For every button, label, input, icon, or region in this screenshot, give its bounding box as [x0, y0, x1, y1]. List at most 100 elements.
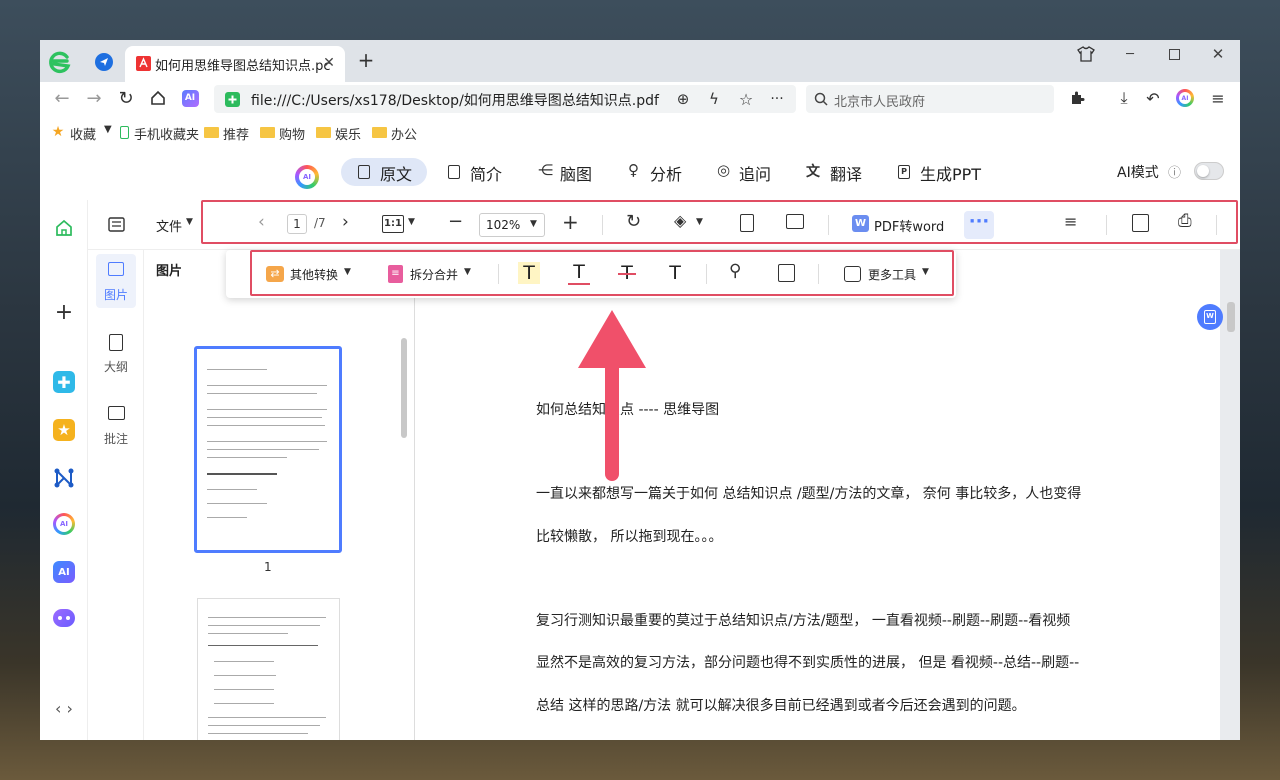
nav-arrows-icon[interactable]: ‹ ›	[48, 698, 80, 718]
tab-generate-ppt[interactable]: 生成PPT	[920, 161, 981, 185]
toolbar-highlight	[201, 200, 1238, 244]
bookmark-item[interactable]: 娱乐	[335, 124, 361, 143]
minimize-icon[interactable]: ─	[1120, 44, 1140, 64]
thumb-line	[207, 457, 287, 458]
zoom-page-icon[interactable]: ⊕	[673, 89, 693, 109]
popup-highlight	[250, 250, 954, 296]
app-cross-icon[interactable]: ✚	[52, 370, 76, 394]
folder-icon	[316, 127, 331, 138]
thumb-line	[214, 675, 276, 676]
browser-window: 如何用思维导图总结知识点.pc ✕ + ─ ✕ ← → ↻ AI file://…	[40, 40, 1240, 740]
bookmark-item[interactable]: 办公	[391, 124, 417, 143]
sidebar-toggle-icon[interactable]	[106, 214, 126, 234]
app-ai-icon[interactable]: AI	[52, 560, 76, 584]
close-window-icon[interactable]: ✕	[1208, 44, 1228, 64]
back-icon[interactable]: ←	[52, 88, 72, 109]
bookmark-item[interactable]: 收藏	[70, 124, 96, 143]
folder-icon	[204, 127, 219, 138]
add-icon[interactable]: +	[54, 300, 74, 325]
close-tab-icon[interactable]: ✕	[321, 55, 337, 71]
panel-tab-annotation[interactable]: 批注	[104, 430, 128, 447]
telegram-icon[interactable]	[94, 52, 114, 72]
doc-paragraph: 比较懒散， 所以拖到现在。。。	[536, 529, 723, 545]
thumbnail-page-number: 1	[264, 560, 272, 574]
help-icon[interactable]: ⓘ	[1168, 162, 1181, 181]
reload-icon[interactable]: ↻	[116, 88, 136, 109]
chat-icon: ◎	[717, 161, 731, 179]
document-area: 如何总结知识点 ---- 思维导图 一直以来都想写一篇关于如何 总结知识点 /题…	[414, 250, 1240, 740]
app-ai-ring-icon[interactable]: AI	[52, 512, 76, 536]
thumb-line	[208, 645, 318, 646]
active-tab[interactable]: 如何用思维导图总结知识点.pc ✕	[125, 46, 345, 82]
thumb-line	[207, 393, 317, 394]
tab-translate[interactable]: 翻译	[830, 161, 862, 185]
app-sidebar: + ✚ ★ AI AI ‹ › ⚙	[40, 200, 88, 740]
shield-icon	[224, 91, 240, 107]
file-dropdown-icon[interactable]: ▼	[186, 217, 193, 227]
ai-logo-icon[interactable]: AI	[294, 164, 320, 190]
file-menu[interactable]: 文件	[156, 216, 182, 235]
ai-assistant-icon[interactable]: AI	[1175, 88, 1195, 108]
pdf-page: 如何总结知识点 ---- 思维导图 一直以来都想写一篇关于如何 总结知识点 /题…	[414, 250, 1223, 740]
tab-title: 如何用思维导图总结知识点.pc	[155, 59, 331, 74]
summary-icon	[448, 165, 460, 179]
url-text: file:///C:/Users/xs178/Desktop/如何用思维导图总结…	[251, 93, 659, 109]
ai-mode-toggle[interactable]	[1194, 162, 1224, 180]
search-box[interactable]: 北京市人民政府	[806, 85, 1054, 113]
mindmap-icon: ⋲	[538, 161, 553, 179]
phone-icon	[120, 126, 129, 139]
download-icon[interactable]: ⤓	[1113, 88, 1135, 108]
menu-icon[interactable]: ≡	[1208, 88, 1228, 108]
thumbnail-page-2[interactable]	[197, 598, 340, 740]
doc-paragraph: 一直以来都想写一篇关于如何 总结知识点 /题型/方法的文章， 奈何 事比较多，人…	[536, 486, 1082, 502]
thumb-line	[207, 503, 267, 504]
thumb-line	[214, 703, 274, 704]
doc-paragraph: 总结 这样的思路/方法 就可以解决很多目前已经遇到或者今后还会遇到的问题。	[536, 698, 1026, 714]
forward-icon[interactable]: →	[84, 88, 104, 109]
panel-tab-outline[interactable]: 大纲	[104, 358, 128, 375]
home-icon[interactable]	[148, 88, 168, 108]
ai-badge-icon[interactable]: AI	[180, 88, 200, 108]
app-star-icon[interactable]: ★	[52, 418, 76, 442]
lightning-icon[interactable]: ϟ	[704, 89, 724, 109]
search-icon	[812, 90, 830, 108]
tab-analysis[interactable]: 分析	[650, 161, 682, 185]
thumb-line	[207, 417, 322, 418]
thumb-line	[208, 625, 320, 626]
app-robot-icon[interactable]	[52, 606, 76, 630]
annotation-icon[interactable]	[108, 406, 125, 420]
tab-mindmap[interactable]: 脑图	[560, 161, 592, 185]
tab-followup[interactable]: 追问	[739, 161, 771, 185]
bookmark-star-icon: ★	[51, 124, 65, 140]
document-scrollbar[interactable]	[1227, 302, 1235, 332]
tab-label: 原文	[380, 165, 413, 184]
extensions-icon[interactable]	[1067, 88, 1087, 108]
app-network-icon[interactable]	[52, 466, 76, 490]
new-tab-icon[interactable]: +	[356, 48, 376, 72]
bookmark-item[interactable]: 手机收藏夹	[134, 124, 199, 143]
bookmark-item[interactable]: 推荐	[223, 124, 249, 143]
thumb-line	[208, 633, 288, 634]
thumb-line	[207, 385, 327, 386]
outline-icon[interactable]	[109, 334, 123, 351]
floating-word-icon[interactable]: W	[1197, 304, 1223, 330]
thumbnail-scrollbar[interactable]	[401, 338, 407, 438]
ai-mode-label: AI模式	[1117, 165, 1159, 181]
thumb-line	[214, 689, 274, 690]
more-icon[interactable]: ···	[767, 89, 787, 109]
star-icon[interactable]: ☆	[736, 89, 756, 109]
url-bar[interactable]: file:///C:/Users/xs178/Desktop/如何用思维导图总结…	[214, 85, 796, 113]
ppt-icon: P	[898, 165, 910, 179]
shirt-icon[interactable]	[1076, 44, 1096, 64]
thumbnail-page-1[interactable]	[194, 346, 342, 553]
bookmark-item[interactable]: 购物	[279, 124, 305, 143]
translate-icon: 文	[806, 164, 820, 180]
maximize-icon[interactable]	[1164, 44, 1184, 64]
bookmark-dropdown-icon[interactable]: ▼	[104, 124, 112, 135]
thumb-line	[207, 425, 325, 426]
thumb-line	[207, 409, 327, 410]
tab-summary[interactable]: 简介	[470, 161, 502, 185]
home-icon[interactable]	[54, 218, 74, 238]
document-icon	[358, 165, 370, 179]
undo-icon[interactable]: ↶	[1143, 88, 1163, 108]
